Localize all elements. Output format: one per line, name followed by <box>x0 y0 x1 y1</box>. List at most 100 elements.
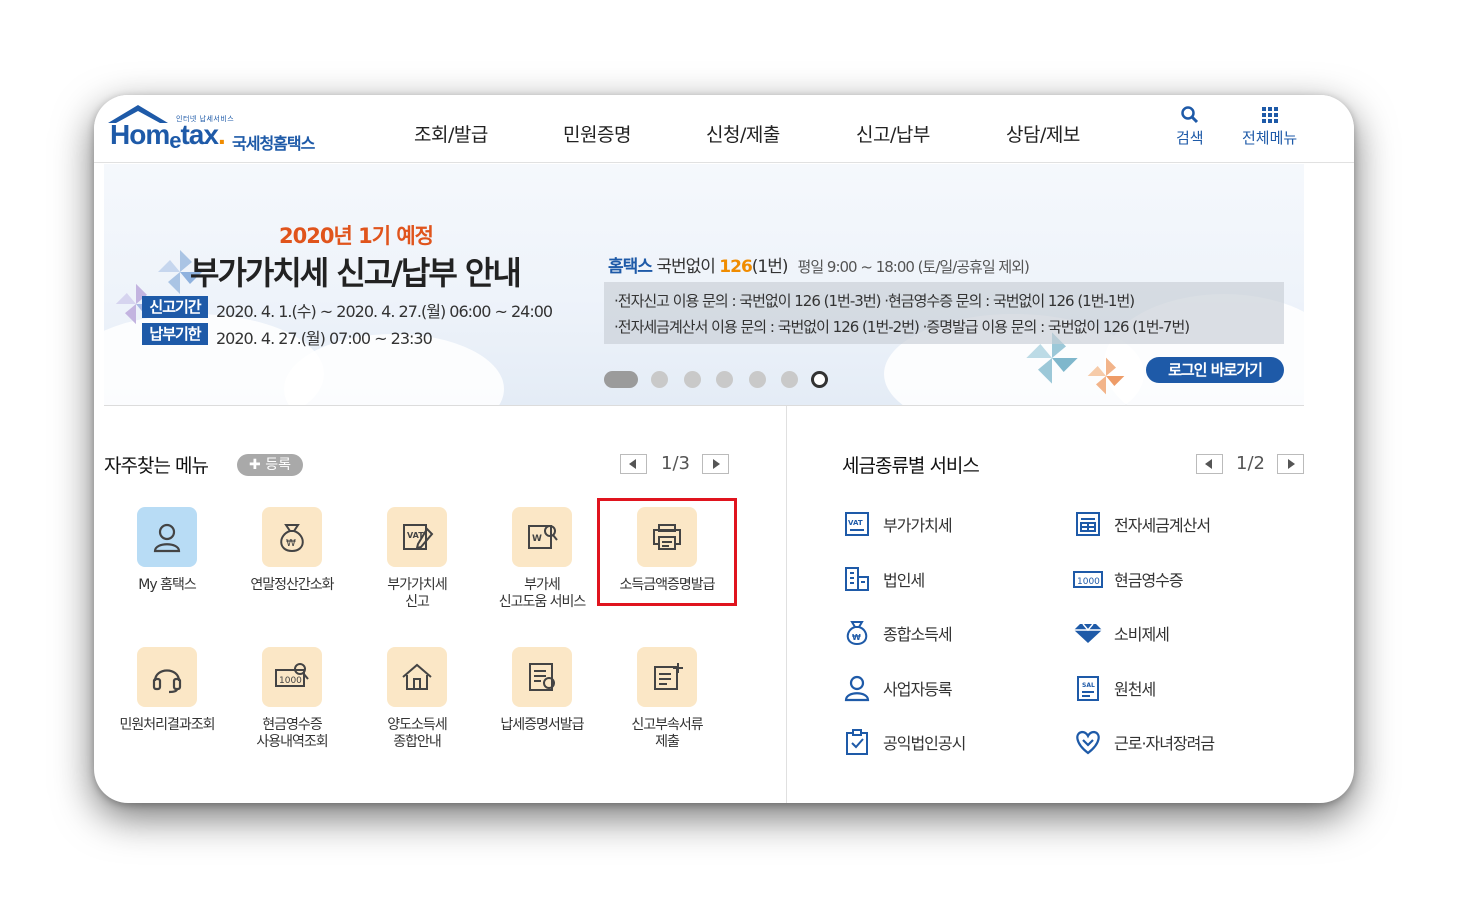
pinwheel-icon <box>1087 357 1125 395</box>
service-income-tax[interactable]: ₩ 종합소득세 <box>841 618 953 648</box>
clipboard-icon <box>841 727 873 757</box>
svg-text:1000: 1000 <box>279 676 302 686</box>
document-add-icon <box>637 647 697 707</box>
register-button[interactable]: ✚ 등록 <box>237 454 303 476</box>
nav-filing[interactable]: 신고/납부 <box>856 120 930 147</box>
tile-label: 연말정산간소화 <box>250 577 334 593</box>
services-prev-button[interactable] <box>1196 454 1223 474</box>
all-menu-label: 전체메뉴 <box>1242 129 1298 147</box>
tile-year-end-settlement[interactable]: ₩ 연말정산간소화 <box>232 507 352 594</box>
services-next-button[interactable] <box>1277 454 1304 474</box>
search-button[interactable]: 검색 <box>1176 105 1204 148</box>
service-public-corp-disclosure[interactable]: 공익법인공시 <box>841 727 966 757</box>
payment-deadline-date: 2020. 4. 27.(월) 07:00 ~ 23:30 <box>216 329 433 348</box>
tile-label: My 홈택스 <box>138 577 196 593</box>
service-vat[interactable]: VAT 부가가치세 <box>841 509 953 539</box>
contact-prefix: 국번없이 <box>651 257 720 277</box>
search-label: 검색 <box>1176 129 1204 147</box>
contact-number: 126 <box>719 257 752 277</box>
panel-divider <box>786 406 787 803</box>
service-label: 종합소득세 <box>883 625 953 644</box>
service-label: 전자세금계산서 <box>1114 516 1211 535</box>
search-icon <box>1176 105 1204 127</box>
logo-hom: Hom <box>110 119 170 150</box>
slide-dot-1[interactable] <box>604 371 638 388</box>
tile-vat-help-service[interactable]: W 부가세 신고도움 서비스 <box>482 507 602 611</box>
favorites-next-button[interactable] <box>702 454 729 474</box>
service-cash-receipt[interactable]: 1000 현금영수증 <box>1072 564 1184 594</box>
service-label: 현금영수증 <box>1114 571 1184 590</box>
service-withholding-tax[interactable]: SAL 원천세 <box>1072 673 1156 703</box>
user-icon <box>137 507 197 567</box>
invoice-icon <box>1072 509 1104 539</box>
slide-dot-6[interactable] <box>781 371 798 388</box>
service-label: 원천세 <box>1114 680 1156 699</box>
service-corporate-tax[interactable]: 법인세 <box>841 564 925 594</box>
nav-application[interactable]: 신청/제출 <box>706 120 780 147</box>
services-title: 세금종류별 서비스 <box>842 455 980 477</box>
notice-banner[interactable]: 2020년 1기 예정 부가가치세 신고/납부 안내 신고기간 2020. 4.… <box>104 164 1304 406</box>
tile-complaint-result[interactable]: 민원처리결과조회 <box>107 647 227 734</box>
service-business-registration[interactable]: 사업자등록 <box>841 673 953 703</box>
hometax-logo[interactable]: 인터넷 납세서비스 Hometax. 국세청홈택스 <box>104 101 344 157</box>
tile-submit-documents[interactable]: 신고부속서류 제출 <box>607 647 727 751</box>
heart-icon <box>1072 727 1104 757</box>
favorites-prev-button[interactable] <box>620 454 647 474</box>
contact-info-line-2: ·전자세금계산서 이용 문의 : 국번없이 126 (1번-2번) ·증명발급 … <box>614 318 1190 336</box>
service-consumption-tax[interactable]: 소비제세 <box>1072 618 1170 648</box>
tile-cash-receipt-history[interactable]: 1000 현금영수증 사용내역조회 <box>232 647 352 751</box>
building-icon <box>841 564 873 594</box>
document-search-icon: W <box>512 507 572 567</box>
service-label: 법인세 <box>883 571 925 590</box>
slide-dot-5[interactable] <box>749 371 766 388</box>
service-label: 근로·자녀장려금 <box>1114 734 1215 753</box>
money-bag-icon: ₩ <box>841 618 873 648</box>
service-earned-income-credit[interactable]: 근로·자녀장려금 <box>1072 727 1215 757</box>
slide-dot-3[interactable] <box>684 371 701 388</box>
services-page: 1/2 <box>1236 453 1265 474</box>
vat-document-icon: VAT <box>387 507 447 567</box>
filing-period-tag: 신고기간 <box>142 296 208 318</box>
login-shortcut-button[interactable]: 로그인 바로가기 <box>1146 357 1284 383</box>
favorites-page: 1/3 <box>661 453 690 474</box>
slide-dot-4[interactable] <box>716 371 733 388</box>
service-e-tax-invoice[interactable]: 전자세금계산서 <box>1072 509 1211 539</box>
vat-icon: VAT <box>841 509 873 539</box>
service-label: 사업자등록 <box>883 680 953 699</box>
tile-tax-payment-certificate[interactable]: 납세증명서발급 <box>482 647 602 734</box>
svg-text:SAL: SAL <box>1082 682 1095 689</box>
tile-label: 신고부속서류 제출 <box>631 717 703 750</box>
tile-vat-filing[interactable]: VAT 부가가치세 신고 <box>357 507 477 611</box>
nav-inquiry[interactable]: 조회/발급 <box>414 120 488 147</box>
contact-hours: 평일 9:00 ~ 18:00 (토/일/공휴일 제외) <box>797 258 1030 276</box>
hometax-window: 인터넷 납세서비스 Hometax. 국세청홈택스 조회/발급 민원증명 신청/… <box>94 95 1354 803</box>
contact-line: 홈택스 국번없이 126(1번) 평일 9:00 ~ 18:00 (토/일/공휴일… <box>608 252 1030 277</box>
service-label: 소비제세 <box>1114 625 1170 644</box>
logo-tax: tax <box>180 119 218 150</box>
tile-my-hometax[interactable]: My 홈택스 <box>107 507 227 594</box>
filing-period-date: 2020. 4. 1.(수) ~ 2020. 4. 27.(월) 06:00 ~… <box>216 302 553 321</box>
contact-info-box: ·전자신고 이용 문의 : 국번없이 126 (1번-3번) ·현금영수증 문의… <box>604 282 1284 344</box>
svg-text:₩: ₩ <box>852 633 861 642</box>
tile-capital-gains-guide[interactable]: 양도소득세 종합안내 <box>357 647 477 751</box>
tile-label: 민원처리결과조회 <box>119 717 215 733</box>
tile-label: 현금영수증 사용내역조회 <box>256 717 328 750</box>
contact-suffix: (1번) <box>751 257 789 277</box>
nav-certificate[interactable]: 민원증명 <box>563 120 631 147</box>
money-bag-icon: ₩ <box>262 507 322 567</box>
tile-label: 부가세 신고도움 서비스 <box>498 577 587 610</box>
logo-e: e <box>169 128 181 153</box>
logo-korean: 국세청홈택스 <box>232 134 315 153</box>
receipt-search-icon: 1000 <box>262 647 322 707</box>
slide-dot-2[interactable] <box>651 371 668 388</box>
house-icon <box>387 647 447 707</box>
slide-dot-7[interactable] <box>811 371 828 388</box>
tile-label: 납세증명서발급 <box>500 717 584 733</box>
svg-text:1000: 1000 <box>1077 577 1100 587</box>
tile-label: 양도소득세 종합안내 <box>387 717 447 750</box>
cash-receipt-icon: 1000 <box>1072 564 1104 594</box>
logo-wordmark: Hometax. <box>110 119 226 153</box>
all-menu-button[interactable]: 전체메뉴 <box>1242 105 1297 148</box>
contact-info-line-1: ·전자신고 이용 문의 : 국번없이 126 (1번-3번) ·현금영수증 문의… <box>614 292 1135 310</box>
nav-consult[interactable]: 상담/제보 <box>1006 120 1080 147</box>
